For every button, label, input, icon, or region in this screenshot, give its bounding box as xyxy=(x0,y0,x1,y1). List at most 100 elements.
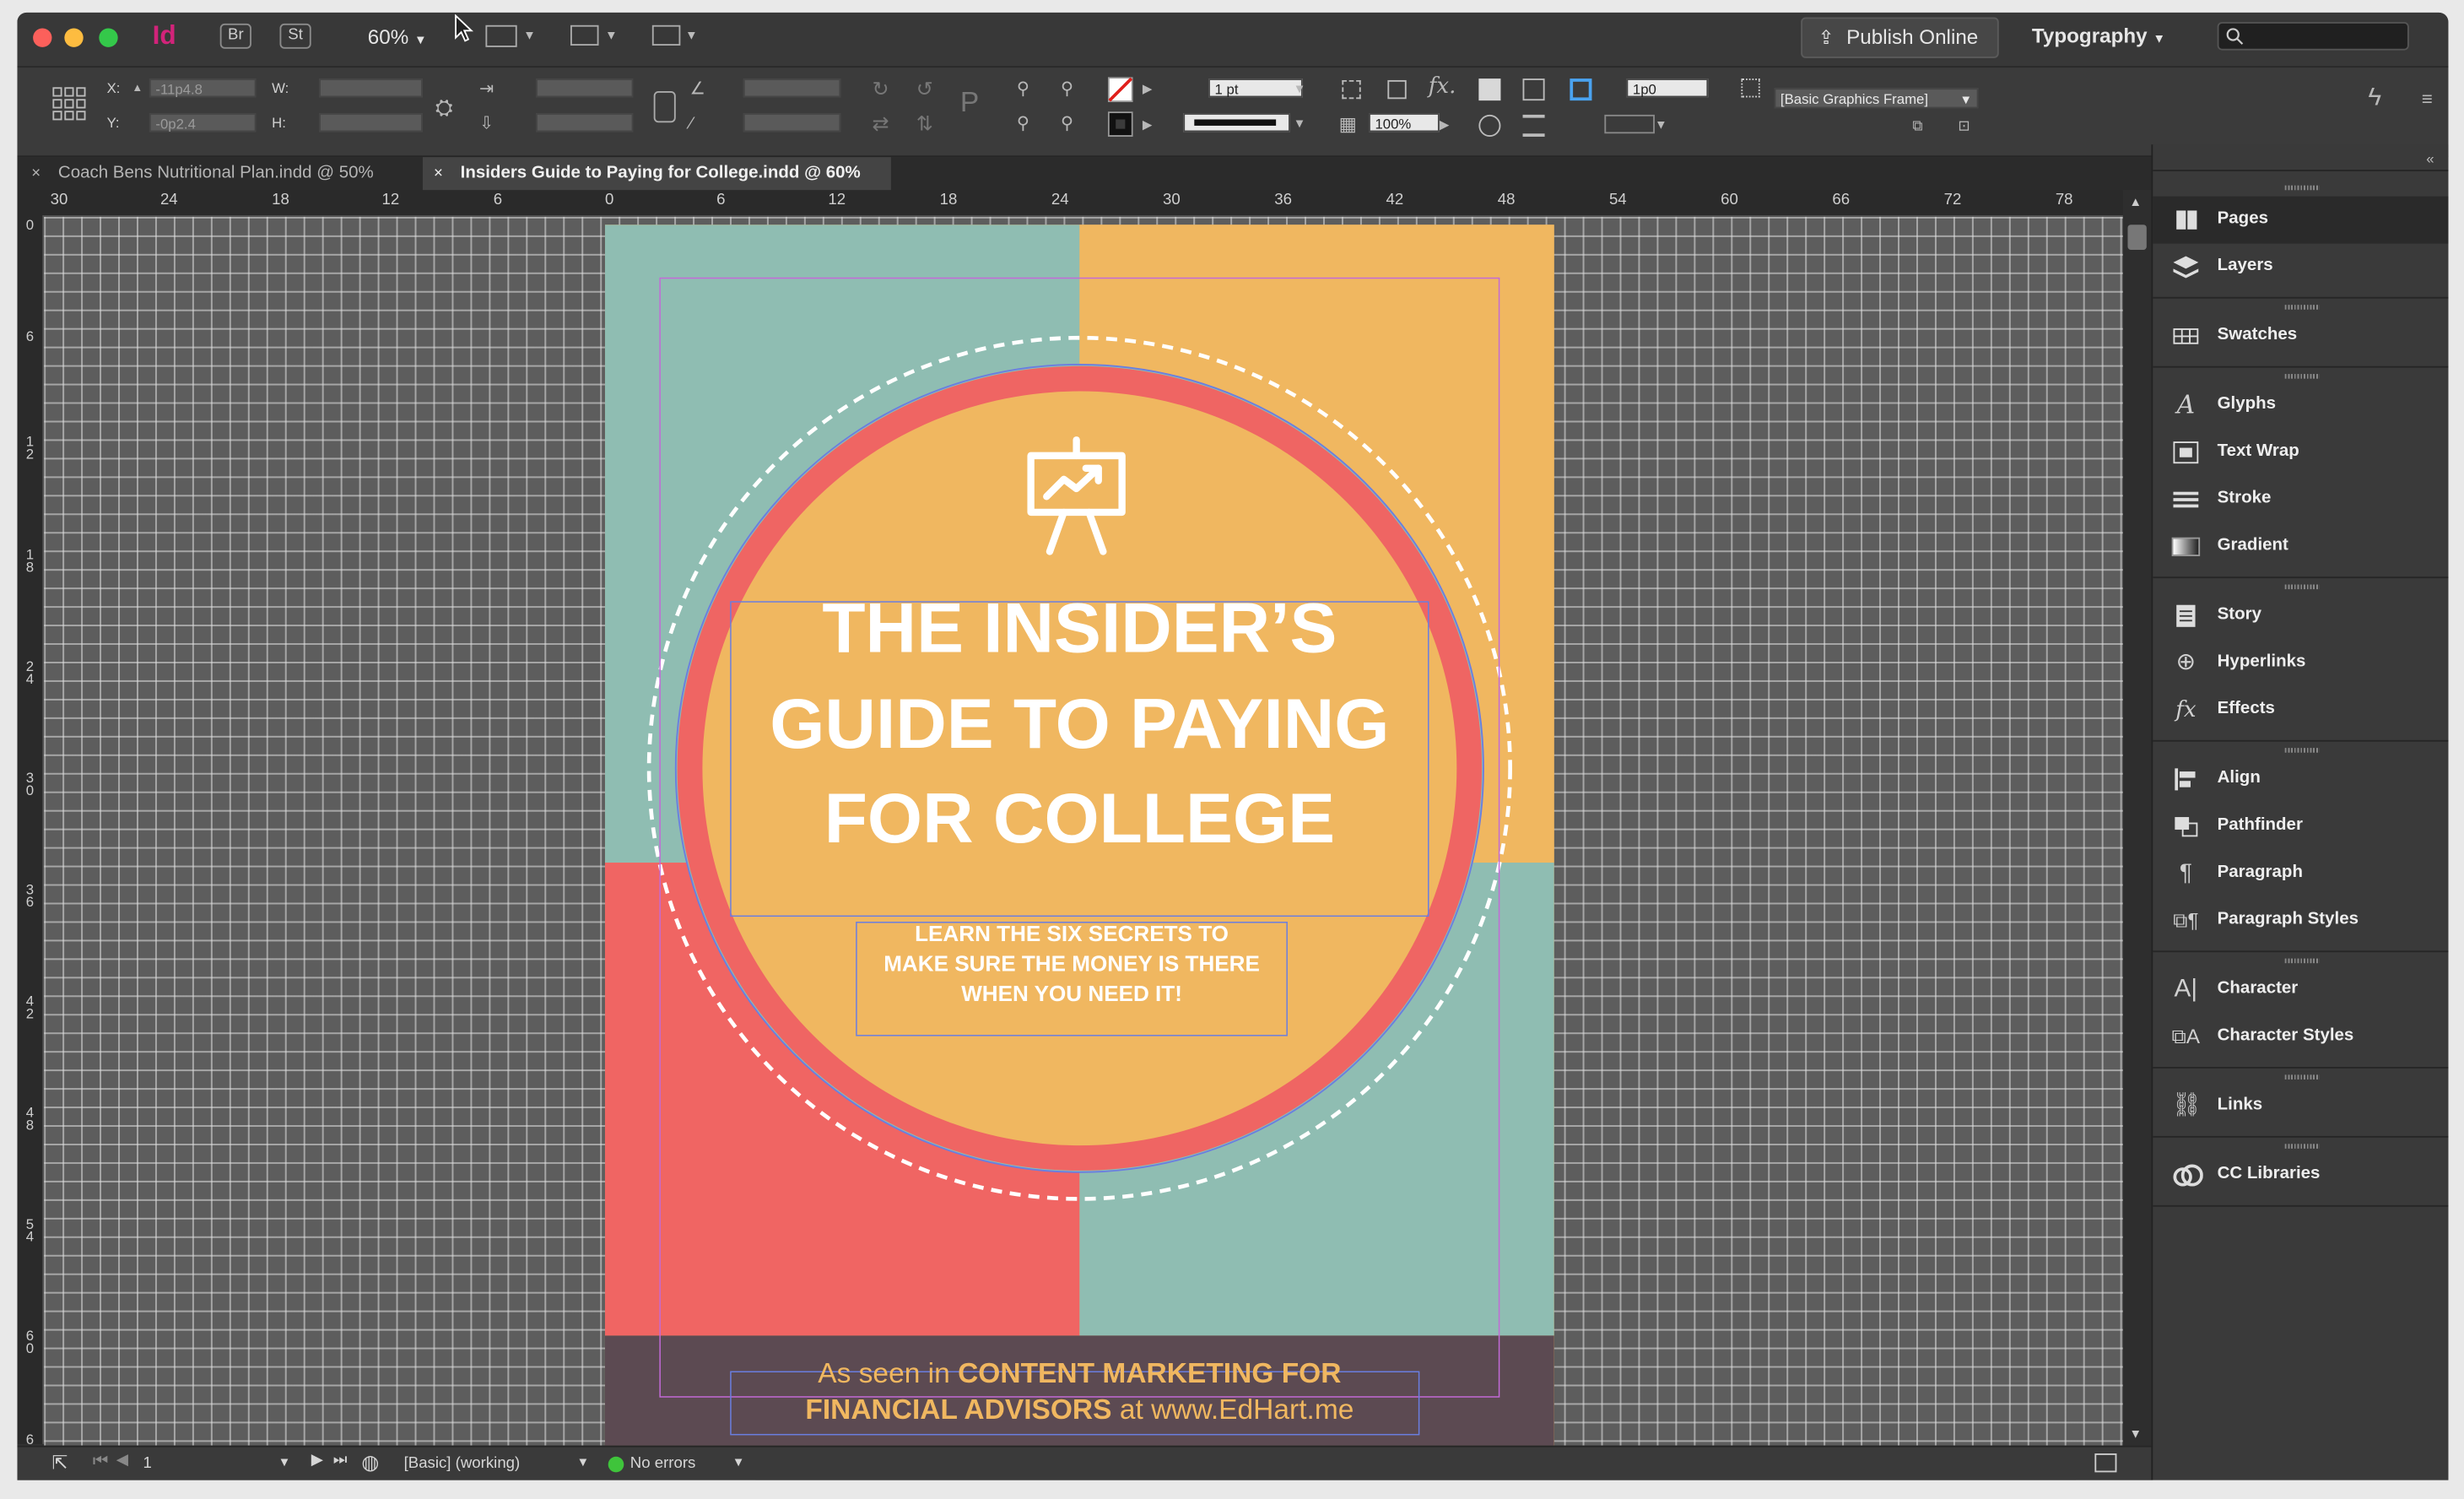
page-number-field[interactable]: 1 xyxy=(143,1455,151,1472)
panel-cc-libraries[interactable]: CC Libraries xyxy=(2153,1152,2448,1199)
screen-mode-icon[interactable] xyxy=(570,24,599,46)
x-position-field[interactable]: -11p4.8 xyxy=(149,78,257,98)
rotate-cw-icon[interactable]: ↻ xyxy=(873,78,889,99)
zoom-level-dropdown[interactable]: 60% ▼ xyxy=(368,25,427,49)
chevron-down-icon[interactable]: ▼ xyxy=(1294,115,1306,133)
panel-story[interactable]: Story xyxy=(2153,593,2448,640)
stroke-type-dropdown[interactable] xyxy=(1183,113,1290,133)
select-container-icon[interactable]: P xyxy=(960,88,979,116)
auto-fit-icon[interactable] xyxy=(1570,78,1592,101)
preflight-status[interactable]: No errors xyxy=(630,1455,696,1472)
text-wrap-jump-icon[interactable] xyxy=(1522,114,1545,137)
previous-page-icon[interactable]: ◀ xyxy=(116,1452,128,1469)
stock-button[interactable]: St xyxy=(279,23,311,49)
horizontal-ruler[interactable]: 30 24 18 12 6 0 6 12 18 24 30 36 42 48 5… xyxy=(42,190,2123,217)
primary-text-frame-icon[interactable]: ◍ xyxy=(361,1450,379,1475)
shear-angle-field[interactable] xyxy=(743,113,841,133)
panel-group-grip[interactable] xyxy=(2284,1074,2320,1080)
scale-x-field[interactable] xyxy=(536,78,634,98)
y-position-field[interactable]: -0p2.4 xyxy=(149,113,257,133)
view-options-icon[interactable] xyxy=(485,24,517,47)
scale-y-field[interactable] xyxy=(536,113,634,133)
panel-character[interactable]: A| Character xyxy=(2153,966,2448,1014)
corner-options-icon[interactable] xyxy=(1342,79,1361,100)
object-style-dropdown[interactable]: [Basic Graphics Frame] ▼ xyxy=(1774,88,1979,109)
arrange-documents-icon[interactable] xyxy=(651,24,681,46)
panel-pages[interactable]: Pages xyxy=(2153,196,2449,244)
chevron-down-icon[interactable]: ▼ xyxy=(1655,116,1667,135)
split-layout-icon[interactable] xyxy=(2094,1453,2117,1473)
clear-overrides-icon[interactable]: ⧉ xyxy=(1912,116,1922,135)
panel-glyphs[interactable]: A Glyphs xyxy=(2153,382,2448,429)
tab-coach-bens[interactable]: × Coach Bens Nutritional Plan.indd @ 50% xyxy=(17,157,419,190)
panel-gradient[interactable]: Gradient xyxy=(2153,523,2448,571)
panel-group-grip[interactable] xyxy=(2284,1144,2320,1149)
select-content-icon[interactable]: ⚲ xyxy=(1017,115,1029,133)
zoom-window-button[interactable] xyxy=(99,28,118,47)
link-scale-icon[interactable] xyxy=(653,90,676,123)
panel-menu-icon[interactable]: ≡ xyxy=(2422,89,2433,108)
panel-group-grip[interactable] xyxy=(2284,748,2320,753)
panel-effects[interactable]: fx Effects xyxy=(2153,687,2448,734)
last-page-icon[interactable]: ⏭ xyxy=(333,1452,348,1469)
quick-apply-icon[interactable]: ϟ xyxy=(2368,85,2381,111)
panel-hyperlinks[interactable]: ⊕ Hyperlinks xyxy=(2153,640,2448,687)
rotation-angle-field[interactable] xyxy=(743,78,841,98)
constrain-proportions-icon[interactable]: ⛭ xyxy=(435,96,453,118)
panel-pathfinder[interactable]: Pathfinder xyxy=(2153,803,2448,850)
fill-none-swatch-icon[interactable] xyxy=(1107,77,1133,103)
panel-swatches[interactable]: Swatches xyxy=(2153,312,2448,360)
chevron-down-icon[interactable]: ▼ xyxy=(278,1455,291,1469)
flip-h-icon[interactable]: ⇄ xyxy=(873,113,889,133)
text-wrap-shape-icon[interactable] xyxy=(1478,114,1501,137)
panel-group-grip[interactable] xyxy=(2284,958,2320,964)
scroll-down-icon[interactable]: ▼ xyxy=(2129,1426,2142,1441)
fill-menu-icon[interactable]: ▶ xyxy=(1143,80,1152,99)
panel-align[interactable]: Align xyxy=(2153,755,2448,803)
content-fitting-dropdown[interactable] xyxy=(1604,114,1655,134)
panel-paragraph[interactable]: ¶ Paragraph xyxy=(2153,850,2448,897)
panel-character-styles[interactable]: ⧉A Character Styles xyxy=(2153,1014,2448,1061)
width-field[interactable] xyxy=(319,78,423,98)
select-next-icon[interactable]: ⚲ xyxy=(1061,80,1073,99)
panel-group-grip[interactable] xyxy=(2284,305,2320,310)
select-previous-icon[interactable]: ⚲ xyxy=(1017,80,1029,99)
vertical-ruler[interactable]: 0 6 1 2 1 8 2 4 3 0 3 6 4 2 4 8 5 4 6 0 … xyxy=(17,215,45,1447)
select-children-icon[interactable]: ⚲ xyxy=(1061,115,1073,133)
panel-group-grip[interactable] xyxy=(2284,584,2320,590)
panel-group-grip[interactable] xyxy=(2284,374,2320,379)
drop-shadow-icon[interactable] xyxy=(1387,79,1407,100)
collapse-panels-icon[interactable]: « xyxy=(2426,151,2434,167)
search-input[interactable] xyxy=(2217,22,2409,51)
open-in-bridge-icon[interactable]: ⇱ xyxy=(51,1452,68,1474)
opacity-menu-icon[interactable]: ▶ xyxy=(1440,116,1449,135)
close-icon[interactable]: × xyxy=(31,157,41,190)
stroke-swatch-icon[interactable] xyxy=(1107,111,1133,137)
panel-layers[interactable]: Layers xyxy=(2153,244,2448,291)
reference-point-icon[interactable] xyxy=(51,86,86,121)
chevron-down-icon[interactable]: ▼ xyxy=(576,1455,589,1469)
minimize-window-button[interactable] xyxy=(64,28,84,47)
close-icon[interactable]: × xyxy=(434,157,443,190)
stroke-menu-icon[interactable]: ▶ xyxy=(1143,116,1152,135)
chevron-down-icon[interactable]: ▼ xyxy=(732,1455,745,1469)
pasteboard[interactable]: THE INSIDER’S GUIDE TO PAYING FOR COLLEG… xyxy=(44,216,2123,1446)
ruler-origin[interactable] xyxy=(17,190,43,216)
text-wrap-bbox-icon[interactable] xyxy=(1522,78,1545,101)
stepper-icon[interactable]: ▲ xyxy=(132,80,143,99)
bridge-button[interactable]: Br xyxy=(219,23,251,49)
scroll-up-icon[interactable]: ▲ xyxy=(2129,195,2142,209)
scroll-thumb[interactable] xyxy=(2127,225,2147,250)
panel-text-wrap[interactable]: Text Wrap xyxy=(2153,429,2448,476)
publish-online-button[interactable]: ⇪ Publish Online xyxy=(1801,17,1999,58)
panel-group-grip[interactable] xyxy=(2284,185,2320,191)
opacity-field[interactable]: 100% xyxy=(1369,113,1440,133)
tab-insiders-guide[interactable]: × Insiders Guide to Paying for College.i… xyxy=(422,157,891,191)
chevron-down-icon[interactable]: ▼ xyxy=(1294,80,1306,99)
preflight-profile[interactable]: [Basic] (working) xyxy=(404,1455,521,1472)
close-window-button[interactable] xyxy=(33,28,52,47)
first-page-icon[interactable]: ⏮ xyxy=(93,1452,108,1472)
stroke-weight-field[interactable]: 1 pt xyxy=(1208,78,1303,98)
rotate-ccw-icon[interactable]: ↺ xyxy=(916,78,933,99)
panel-paragraph-styles[interactable]: ⧉¶ Paragraph Styles xyxy=(2153,897,2448,944)
